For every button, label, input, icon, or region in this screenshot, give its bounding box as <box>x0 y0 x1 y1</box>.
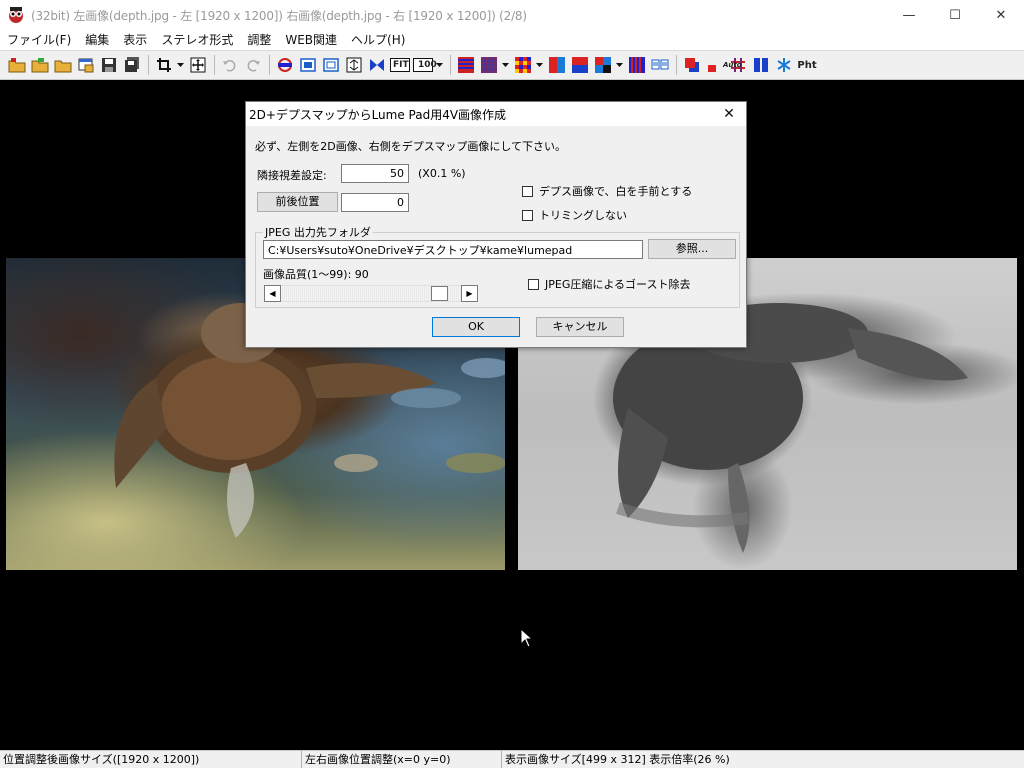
open-window-icon[interactable] <box>75 54 97 76</box>
toolbar: FIT 100 Auto Pht <box>0 50 1024 80</box>
status-pane-position: 左右画像位置調整(x=0 y=0) <box>302 751 502 768</box>
toolbar-separator <box>450 55 451 75</box>
minimize-button[interactable]: — <box>886 0 932 30</box>
move-icon[interactable] <box>187 54 209 76</box>
fit-window-icon[interactable] <box>297 54 319 76</box>
save-icon[interactable] <box>98 54 120 76</box>
front-back-input[interactable] <box>341 193 409 212</box>
menu-file[interactable]: ファイル(F) <box>0 30 78 50</box>
menu-view[interactable]: 表示 <box>116 30 154 50</box>
front-back-position-button[interactable]: 前後位置 <box>257 192 338 212</box>
depth-white-front-label: デプス画像で、白を手前とする <box>539 185 693 198</box>
swap-lr-icon[interactable] <box>274 54 296 76</box>
interleave-dropdown-icon[interactable] <box>501 54 510 76</box>
toolbar-separator <box>148 55 149 75</box>
mosaic-dropdown-icon[interactable] <box>535 54 544 76</box>
redo-icon[interactable] <box>242 54 264 76</box>
ok-button[interactable]: OK <box>432 317 520 337</box>
scroll-right-arrow-icon[interactable]: ▶ <box>461 285 478 302</box>
parallax-unit: (X0.1 %) <box>418 167 466 180</box>
window-title: (32bit) 左画像(depth.jpg - 左 [1920 x 1200])… <box>31 8 527 23</box>
output-folder-input[interactable] <box>263 240 643 259</box>
glasses-icon[interactable] <box>649 54 671 76</box>
menu-adjust[interactable]: 調整 <box>240 30 278 50</box>
save-all-icon[interactable] <box>121 54 143 76</box>
dialog-title: 2D+デプスマップからLume Pad用4V画像作成 <box>249 107 507 122</box>
app-window: (32bit) 左画像(depth.jpg - 左 [1920 x 1200])… <box>0 0 1024 768</box>
checkbox-box[interactable] <box>522 209 533 221</box>
close-window-button[interactable]: ✕ <box>978 0 1024 30</box>
maximize-button[interactable]: ☐ <box>932 0 978 30</box>
side-by-side-icon[interactable] <box>546 54 568 76</box>
cancel-button[interactable]: キャンセル <box>536 317 624 337</box>
snowflake-icon[interactable] <box>773 54 795 76</box>
status-pane-image-size: 位置調整後画像サイズ([1920 x 1200]) <box>0 751 302 768</box>
title-bar: (32bit) 左画像(depth.jpg - 左 [1920 x 1200])… <box>0 0 1024 30</box>
ghost-removal-label: JPEG圧縮によるゴースト除去 <box>545 278 691 291</box>
auto-label: Auto <box>723 61 742 69</box>
jpeg-output-group-label: JPEG 出力先フォルダ <box>263 224 373 240</box>
toolbar-separator <box>269 55 270 75</box>
scroll-thumb[interactable] <box>431 286 448 301</box>
dialog-close-icon[interactable]: ✕ <box>718 104 740 124</box>
dialog-body: 必ず、左側を2D画像、右側をデプスマップ画像にして下さい。 隣接視差設定: (X… <box>246 126 746 348</box>
menu-edit[interactable]: 編集 <box>78 30 116 50</box>
vertical-split-icon[interactable] <box>750 54 772 76</box>
menu-stereo-format[interactable]: ステレオ形式 <box>154 30 240 50</box>
toolbar-separator <box>214 55 215 75</box>
open-pair-icon[interactable] <box>52 54 74 76</box>
status-bar: 位置調整後画像サイズ([1920 x 1200]) 左右画像位置調整(x=0 y… <box>0 750 1024 768</box>
center-icon[interactable] <box>343 54 365 76</box>
scroll-track[interactable] <box>281 286 463 301</box>
window-controls: — ☐ ✕ <box>886 0 1024 30</box>
pht-label: Pht <box>797 59 817 71</box>
status-pane-display: 表示画像サイズ[499 x 312] 表示倍率(26 %) <box>505 753 730 766</box>
mouse-cursor-icon <box>520 628 532 648</box>
scroll-left-arrow-icon[interactable]: ◀ <box>264 285 281 302</box>
parallax-label: 隣接視差設定: <box>257 169 327 182</box>
no-trimming-checkbox[interactable]: トリミングしない <box>522 207 627 223</box>
row-interleave-icon[interactable] <box>455 54 477 76</box>
quad-icon[interactable] <box>592 54 614 76</box>
menu-help[interactable]: ヘルプ(H) <box>344 30 412 50</box>
undo-icon[interactable] <box>219 54 241 76</box>
no-trimming-label: トリミングしない <box>539 209 627 222</box>
instruction-text: 必ず、左側を2D画像、右側をデプスマップ画像にして下さい。 <box>255 140 567 153</box>
parallax-input[interactable] <box>341 164 409 183</box>
lumepad-4v-dialog: 2D+デプスマップからLume Pad用4V画像作成 ✕ 必ず、左側を2D画像、… <box>245 101 747 348</box>
top-bottom-icon[interactable] <box>569 54 591 76</box>
ghost-removal-checkbox[interactable]: JPEG圧縮によるゴースト除去 <box>528 276 690 292</box>
mosaic-icon[interactable] <box>512 54 534 76</box>
checker-icon[interactable] <box>478 54 500 76</box>
depth-white-front-checkbox[interactable]: デプス画像で、白を手前とする <box>522 183 692 199</box>
dialog-title-bar: 2D+デプスマップからLume Pad用4V画像作成 ✕ <box>246 102 746 126</box>
menu-bar: ファイル(F) 編集 表示 ステレオ形式 調整 WEB関連 ヘルプ(H) <box>0 30 1024 50</box>
anaglyph-icon[interactable] <box>681 54 703 76</box>
frame-icon[interactable] <box>320 54 342 76</box>
app-icon <box>7 6 25 24</box>
quality-label: 画像品質(1〜99): 90 <box>263 268 369 281</box>
fit-label: FIT <box>393 60 409 70</box>
quality-scrollbar[interactable]: ◀ ▶ <box>264 285 478 302</box>
toolbar-separator <box>676 55 677 75</box>
browse-button[interactable]: 参照... <box>648 239 736 259</box>
menu-web[interactable]: WEB関連 <box>278 30 344 50</box>
open-folder-icon[interactable] <box>6 54 28 76</box>
quad-dropdown-icon[interactable] <box>615 54 624 76</box>
photo-icon[interactable]: Pht <box>796 54 818 76</box>
crop-dropdown-icon[interactable] <box>176 54 185 76</box>
crop-icon[interactable] <box>153 54 175 76</box>
zoom-100-label: 100 <box>418 60 437 70</box>
auto-align-icon[interactable] <box>366 54 388 76</box>
column-interleave-icon[interactable] <box>626 54 648 76</box>
checkbox-box[interactable] <box>528 278 539 290</box>
checkbox-box[interactable] <box>522 185 533 197</box>
open-stereo-icon[interactable] <box>29 54 51 76</box>
